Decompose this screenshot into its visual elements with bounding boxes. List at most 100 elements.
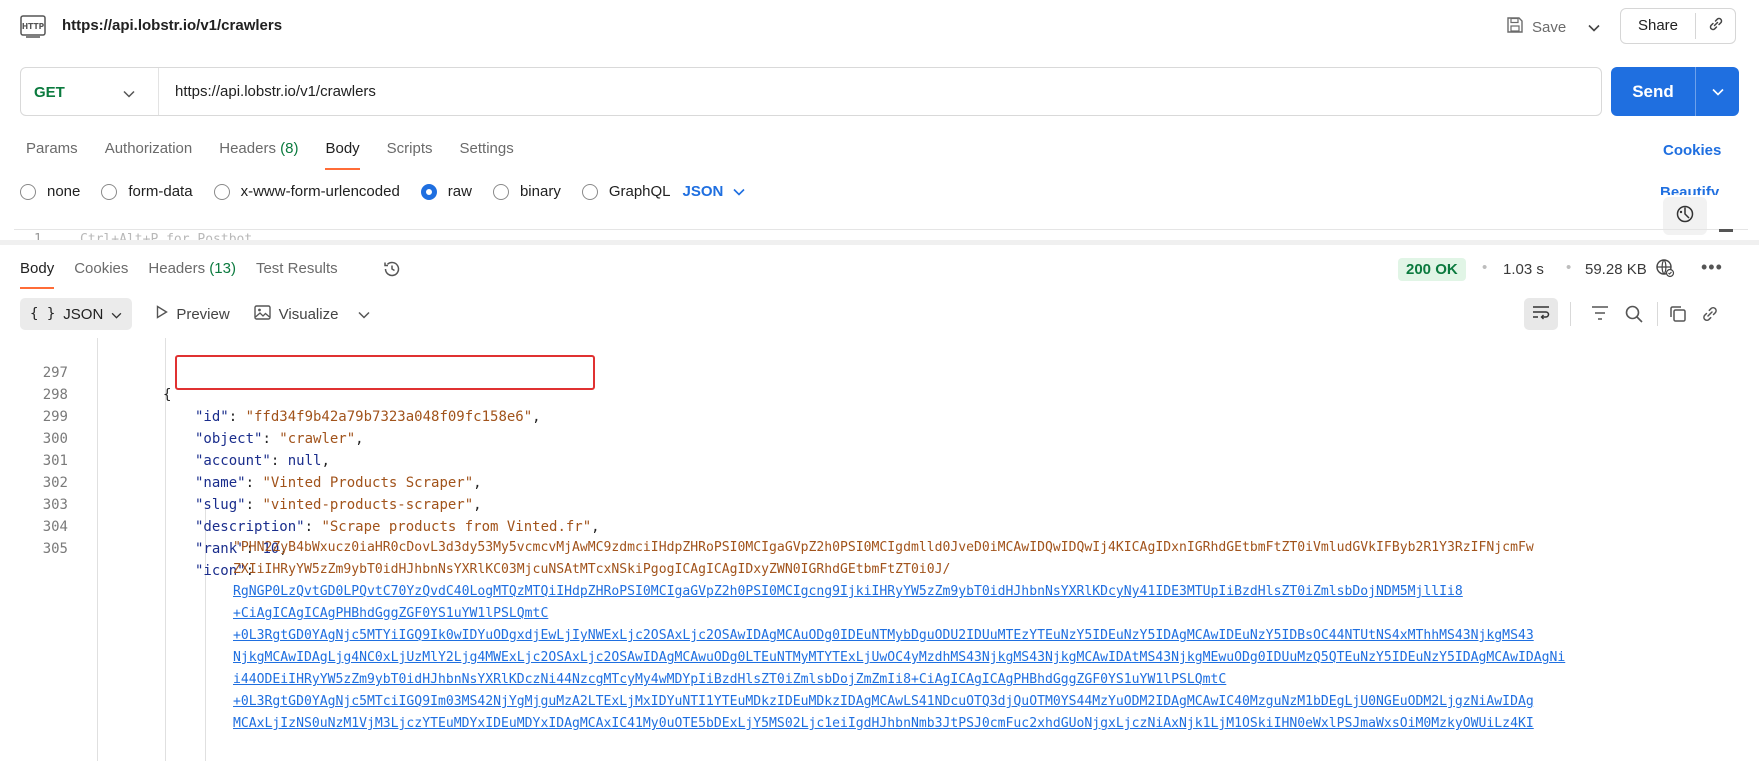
link-icon[interactable] [1700,304,1720,329]
icon-value-link[interactable]: +0L3RgtGD0YAgNjc5MTYiIGQ9Ik0wIDYuODgxdjE… [233,628,1534,643]
http-request-icon: HTTP [20,13,46,39]
network-info-icon[interactable] [1655,258,1675,283]
tab-label: Body [325,140,360,157]
json-value: "ffd34f9b42a79b7323a048f09fc158e6" [245,409,533,425]
send-button[interactable]: Send [1611,67,1696,116]
icon-value-link[interactable]: +0L3RgtGD0YAgNjc5MTciIGQ9Im03MS42NjYgMjg… [233,694,1534,709]
response-time[interactable]: 1.03 s [1503,261,1544,278]
history-icon[interactable] [382,259,402,284]
chevron-down-icon[interactable] [1588,19,1600,36]
json-key: "slug" [195,497,246,513]
tab-settings[interactable]: Settings [460,140,514,157]
preview-button[interactable]: Preview [156,305,230,323]
chevron-down-icon[interactable] [358,306,370,323]
headers-count: (8) [280,140,299,157]
tab-authorization[interactable]: Authorization [105,140,193,157]
url-divider [158,68,159,115]
request-title[interactable]: https://api.lobstr.io/v1/crawlers [62,17,282,34]
tab-label: Params [26,140,78,157]
send-button-group: Send [1611,67,1739,116]
panel-resize-handle[interactable] [0,240,1759,245]
separator-dot: • [1482,259,1488,276]
play-icon [156,305,169,323]
tab-test-results[interactable]: Test Results [256,260,338,277]
radio-none[interactable]: none [20,183,80,200]
editor-scrollbar[interactable] [1719,229,1733,232]
json-value: null [287,453,322,469]
radio-label: form-data [128,183,193,200]
share-button[interactable]: Share [1621,13,1696,39]
icon-value-link[interactable]: NjkgMCAwIDAgLjg4NC0xLjUzMlY2Ljg4MWExLjc2… [233,650,1565,665]
response-size[interactable]: 59.28 KB [1585,261,1647,278]
tab-label: Scripts [386,140,433,157]
line-number: 303 [42,497,68,513]
line-number: 300 [42,431,68,447]
code-line: 298 "id": "ffd34f9b42a79b7323a048f09fc15… [0,362,541,425]
radio-label: GraphQL [608,183,671,200]
radio-circle [101,183,118,200]
code-line: 304 "rank": 10, [0,494,288,557]
icon-value-line: "PHN2ZyB4bWxucz0iaHR0cDovL3d3dy53My5vcmc… [233,540,1534,555]
tab-label: Test Results [255,260,338,277]
radio-x-www-form-urlencoded[interactable]: x-www-form-urlencoded [213,183,400,200]
response-tabs: Body Cookies Headers (13) Test Results [20,260,358,289]
wrap-lines-button[interactable] [1524,298,1558,330]
toolbar-divider [1570,302,1571,326]
chevron-down-icon [1711,83,1724,101]
chevron-down-icon[interactable] [123,85,135,103]
icon-value-link[interactable]: MCAxLjIzNS0uNzM1VjM3LjczYTEuMDYxIDEuMDYx… [233,716,1534,731]
tab-scripts[interactable]: Scripts [387,140,433,157]
icon-value-link[interactable]: i44ODEiIHRyYW5zZm9ybT0idHJhbnNsYXRlKDczN… [233,672,1226,687]
tab-label: Headers [148,260,206,277]
save-button[interactable]: Save [1506,16,1600,38]
tab-response-cookies[interactable]: Cookies [74,260,128,277]
copy-link-button[interactable] [1696,15,1735,38]
toolbar-divider [1657,302,1658,326]
code-line: 305 "icon": [0,516,254,579]
filter-icon[interactable] [1590,304,1610,327]
icon-value-link[interactable]: RgNGP0LzQvtGD0LPQvtC70YzQvdC40LogMTQzMTQ… [233,584,1463,599]
language-select[interactable]: JSON [683,183,746,200]
copy-icon[interactable] [1668,304,1688,329]
radio-binary[interactable]: binary [492,183,561,200]
send-options-button[interactable] [1696,67,1739,116]
postbot-icon [1675,204,1695,229]
json-key: "account" [195,453,271,469]
tab-body[interactable]: Body [325,140,360,170]
status-badge[interactable]: 200 OK [1398,258,1466,281]
code-line: 297 { [0,340,172,403]
method-select[interactable]: GET [34,84,65,101]
icon-value-line: ZXIiIHRyYW5zZm9ybT0idHJhbnNsYXRlKC03Mjcu… [233,562,951,577]
json-value: "Scrape products from Vinted.fr" [321,519,592,535]
line-number: 305 [42,541,68,557]
visualize-button[interactable]: Visualize [253,304,371,324]
tab-response-headers[interactable]: Headers (13) [148,260,236,277]
chevron-down-icon [733,183,745,200]
tab-params[interactable]: Params [26,140,78,157]
line-number [36,338,68,342]
image-icon [253,304,271,324]
tab-response-body[interactable]: Body [20,260,55,289]
json-key: "description" [195,519,305,535]
tab-headers[interactable]: Headers (8) [219,140,298,157]
search-icon[interactable] [1624,304,1644,329]
radio-form-data[interactable]: form-data [101,183,193,200]
code-line: 303 "description": "Scrape products from… [0,472,600,535]
radio-circle [213,183,230,200]
format-select[interactable]: { } JSON [20,298,133,330]
radio-raw[interactable]: raw [420,183,472,200]
radio-graphql[interactable]: GraphQL [581,183,671,200]
code-line: 302 "slug": "vinted-products-scraper", [0,450,482,513]
url-input[interactable]: https://api.lobstr.io/v1/crawlers [175,83,376,100]
tab-label: Authorization [104,140,193,157]
response-body-viewer[interactable]: ], 297 { 298 "id": "ffd34f9b42a79b7323a0… [0,338,1740,761]
cookies-link[interactable]: Cookies [1663,142,1721,159]
tab-label: Settings [459,140,514,157]
radio-circle [492,183,509,200]
more-options-icon[interactable]: ••• [1701,257,1723,278]
language-label: JSON [682,183,724,200]
json-key: "name" [195,475,246,491]
body-mode-group: none form-data x-www-form-urlencoded raw… [20,183,745,200]
icon-value-link[interactable]: +CiAgICAgICAgPHBhdGggZGF0YS1uYW1lPSLQmtC [233,606,548,621]
headers-count: (13) [209,260,236,277]
